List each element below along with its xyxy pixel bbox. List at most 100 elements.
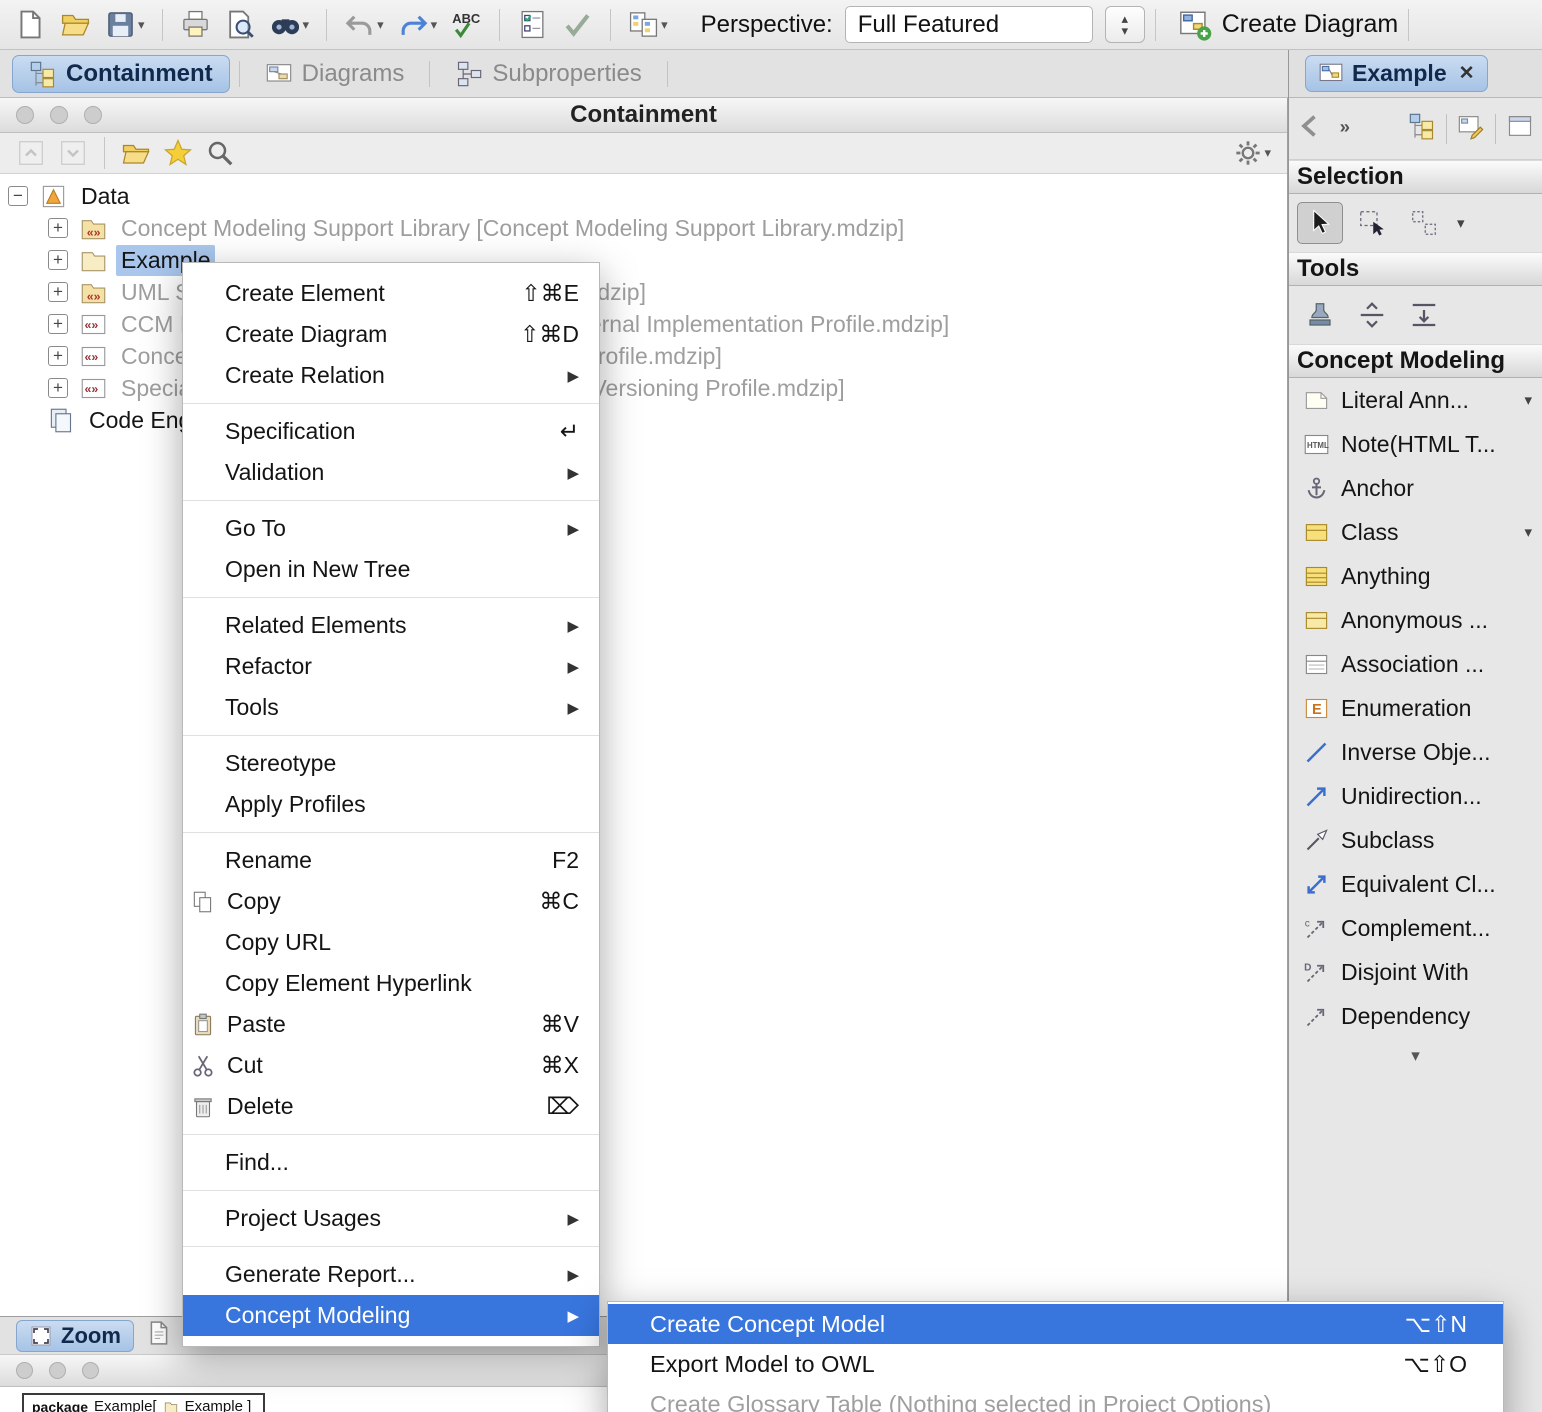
tab-subproperties[interactable]: Subproperties [439, 55, 657, 93]
menu-item-apply-profiles[interactable]: Apply Profiles [183, 784, 599, 825]
menu-item-refactor[interactable]: Refactor▶ [183, 646, 599, 687]
vsep-tool-tool[interactable] [1401, 294, 1447, 336]
menu-item-delete[interactable]: Delete⌦ [183, 1086, 599, 1127]
spelling-button[interactable]: ABC [444, 4, 489, 46]
search-button[interactable] [199, 138, 241, 168]
menu-item-open-in-new-tree[interactable]: Open in New Tree [183, 549, 599, 590]
expand-toggle[interactable]: + [48, 218, 68, 238]
menu-item-concept-modeling[interactable]: Concept Modeling▶ [183, 1295, 599, 1336]
binoculars-button[interactable]: ▾ [263, 4, 317, 46]
tab-zoom[interactable]: Zoom [16, 1320, 134, 1352]
new-document-button[interactable] [8, 4, 53, 46]
window-button[interactable] [1506, 112, 1534, 145]
menu-item-project-usages[interactable]: Project Usages▶ [183, 1198, 599, 1239]
containment-tree-button[interactable] [1408, 112, 1436, 145]
submenu-item-create-concept-model[interactable]: Create Concept Model⌥⇧N [608, 1304, 1503, 1344]
expand-toggle[interactable]: + [48, 250, 68, 270]
menu-item-rename[interactable]: RenameF2 [183, 840, 599, 881]
check-button[interactable] [555, 4, 600, 46]
expand-toggle[interactable]: + [48, 346, 68, 366]
containment-toolbar: ▾ [0, 133, 1287, 174]
create-diagram-button[interactable]: Create Diagram [1178, 8, 1398, 42]
menu-item-find[interactable]: Find... [183, 1142, 599, 1183]
palette-item-class[interactable]: Class▾ [1289, 510, 1542, 554]
submenu-item-export-model-to-owl[interactable]: Export Model to OWL⌥⇧O [608, 1344, 1503, 1384]
save-button[interactable]: ▾ [98, 4, 152, 46]
palette-item-enumeration[interactable]: EEnumeration [1289, 686, 1542, 730]
caret-down-icon[interactable]: ▾ [1457, 214, 1465, 232]
concept-modeling-section-header[interactable]: Concept Modeling [1289, 344, 1542, 378]
stamp-tool[interactable] [1297, 294, 1343, 336]
menu-item-create-element[interactable]: Create Element⇧⌘E [183, 273, 599, 314]
menu-item-go-to[interactable]: Go To▶ [183, 508, 599, 549]
marquee-cursor-tool[interactable] [1349, 202, 1395, 244]
menu-item-create-relation[interactable]: Create Relation▶ [183, 355, 599, 396]
palette-item-association[interactable]: Association ... [1289, 642, 1542, 686]
collapse-toggle[interactable]: − [8, 186, 28, 206]
expand-toggle[interactable]: + [48, 314, 68, 334]
palette-item-unidirection[interactable]: Unidirection... [1289, 774, 1542, 818]
code-engineering-icon [48, 407, 75, 434]
submenu-item-create-glossary-table-nothing-selected-in-[interactable]: Create Glossary Table (Nothing selected … [608, 1384, 1503, 1412]
menu-item-paste[interactable]: Paste⌘V [183, 1004, 599, 1045]
menu-item-cut[interactable]: Cut⌘X [183, 1045, 599, 1086]
menu-item-validation[interactable]: Validation▶ [183, 452, 599, 493]
collapse-all-button[interactable] [10, 138, 52, 168]
tree-item-data[interactable]: −Data [0, 180, 1287, 212]
perspective-stepper[interactable]: ▴▾ [1105, 6, 1145, 43]
settings-button[interactable]: ▾ [1228, 139, 1277, 167]
perspective-select[interactable]: Full Featured [845, 6, 1093, 43]
menu-item-copy[interactable]: Copy⌘C [183, 881, 599, 922]
validation-button[interactable] [510, 4, 555, 46]
palette-item-dependency[interactable]: Dependency [1289, 994, 1542, 1038]
palette-item-equivalent-cl[interactable]: Equivalent Cl... [1289, 862, 1542, 906]
palette-item-literal-ann[interactable]: Literal Ann...▾ [1289, 378, 1542, 422]
expand-collapse-button[interactable] [52, 138, 94, 168]
palette-item-inverse-obje[interactable]: Inverse Obje... [1289, 730, 1542, 774]
open-folder-button[interactable] [53, 4, 98, 46]
palette-item-anything[interactable]: Anything [1289, 554, 1542, 598]
lasso-grid-tool[interactable] [1401, 202, 1447, 244]
expand-toggle[interactable]: + [48, 282, 68, 302]
cursor-tool[interactable] [1297, 202, 1343, 244]
menu-item-generate-report[interactable]: Generate Report...▶ [183, 1254, 599, 1295]
palette-item-complement[interactable]: cComplement... [1289, 906, 1542, 950]
tab-example-diagram[interactable]: Example ✕ [1305, 55, 1488, 92]
compare-button[interactable]: ▾ [621, 4, 675, 46]
palette-more-button[interactable]: ▾ [1289, 1038, 1542, 1066]
hsep-tool-icon [1357, 300, 1387, 330]
create-diagram-icon [1178, 8, 1212, 42]
palette-item-subclass[interactable]: Subclass [1289, 818, 1542, 862]
close-icon[interactable]: ✕ [1459, 62, 1475, 85]
overflow-chevrons-button[interactable]: » [1335, 112, 1363, 145]
menu-item-stereotype[interactable]: Stereotype [183, 743, 599, 784]
palette-item-anonymous[interactable]: Anonymous ... [1289, 598, 1542, 642]
tree-item-concept-modeling-support-library-concept-m[interactable]: +«»Concept Modeling Support Library [Con… [0, 212, 1287, 244]
palette-item-anchor[interactable]: Anchor [1289, 466, 1542, 510]
magicdraw-window: ▾▾▾▾ABC▾ Perspective: Full Featured ▴▾ C… [0, 0, 1542, 1412]
redo-button[interactable]: ▾ [391, 4, 445, 46]
diagram-edit-button[interactable] [1457, 112, 1485, 145]
palette-item-disjoint-with[interactable]: DDisjoint With [1289, 950, 1542, 994]
print-button[interactable] [173, 4, 218, 46]
print-preview-button[interactable] [218, 4, 263, 46]
favorites-button[interactable] [157, 138, 199, 168]
menu-item-tools[interactable]: Tools▶ [183, 687, 599, 728]
tab-diagrams[interactable]: Diagrams [249, 55, 421, 93]
toolbar-separator [326, 9, 327, 41]
caret-down-icon[interactable]: ▾ [1524, 391, 1532, 409]
documentation-tab[interactable] [146, 1320, 172, 1351]
palette-item-note-html-t[interactable]: HTMLNote(HTML T... [1289, 422, 1542, 466]
undo-button[interactable]: ▾ [337, 4, 391, 46]
menu-item-create-diagram[interactable]: Create Diagram⇧⌘D [183, 314, 599, 355]
open-project-button[interactable] [115, 138, 157, 168]
caret-down-icon[interactable]: ▾ [1524, 523, 1532, 541]
menu-item-copy-element-hyperlink[interactable]: Copy Element Hyperlink [183, 963, 599, 1004]
hsep-tool-tool[interactable] [1349, 294, 1395, 336]
tab-containment[interactable]: Containment [12, 55, 230, 93]
menu-item-related-elements[interactable]: Related Elements▶ [183, 605, 599, 646]
menu-item-copy-url[interactable]: Copy URL [183, 922, 599, 963]
expand-toggle[interactable]: + [48, 378, 68, 398]
menu-item-specification[interactable]: Specification↵ [183, 411, 599, 452]
back-arrow-button[interactable] [1297, 112, 1325, 145]
